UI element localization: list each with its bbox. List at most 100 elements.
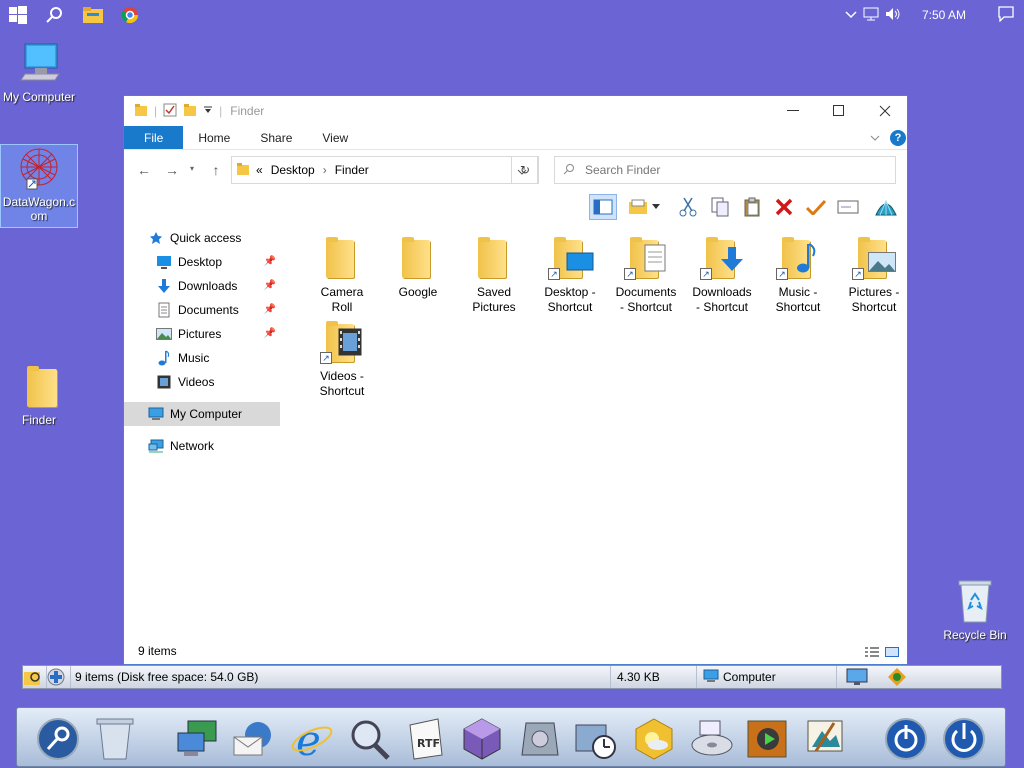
file-item[interactable]: ↗ Pictures - Shortcut — [836, 234, 912, 315]
pin-icon[interactable]: 📌 — [264, 256, 276, 267]
checkmark-icon[interactable] — [802, 194, 830, 220]
back-button[interactable]: ← — [132, 162, 156, 178]
file-name: Camera Roll — [320, 285, 364, 314]
nav-item-music[interactable]: Music — [124, 346, 280, 370]
cube-icon[interactable] — [459, 716, 505, 762]
trash-icon[interactable] — [92, 716, 138, 762]
colorful-app-icon[interactable] — [877, 666, 917, 688]
search-input[interactable]: Search Finder — [554, 156, 896, 184]
nav-item-pictures[interactable]: Pictures 📌 — [124, 322, 280, 346]
windows-start-icon[interactable] — [8, 5, 28, 25]
file-item[interactable]: ↗ Desktop - Shortcut — [532, 234, 608, 315]
chrome-icon[interactable] — [120, 5, 140, 25]
breadcrumb-desktop[interactable]: Desktop — [271, 163, 315, 177]
file-name: Saved Pictures — [472, 285, 516, 314]
file-item[interactable]: ↗ Videos - Shortcut — [304, 318, 380, 399]
details-view-icon[interactable] — [865, 646, 879, 660]
paste-icon[interactable] — [738, 194, 766, 220]
shortcut-arrow-icon: ↗ — [548, 268, 560, 280]
breadcrumb-overflow[interactable]: « — [256, 163, 263, 177]
nav-item-documents[interactable]: Documents 📌 — [124, 298, 280, 322]
desktop-icon-label: Recycle Bin — [943, 628, 1007, 642]
file-explorer-icon[interactable] — [83, 5, 103, 25]
nav-quick-access[interactable]: Quick access — [124, 226, 280, 250]
monitor-icon[interactable] — [837, 666, 877, 688]
desktop-icon-finder[interactable]: Finder — [1, 363, 77, 427]
minimize-button[interactable] — [770, 96, 816, 126]
media-disc-icon[interactable] — [689, 716, 735, 762]
volume-icon[interactable] — [882, 7, 904, 24]
tab-file[interactable]: File — [124, 126, 184, 149]
recycle-bin-icon — [951, 578, 999, 626]
internet-explorer-icon[interactable]: e — [289, 716, 335, 762]
forward-button[interactable]: → — [160, 162, 184, 178]
breadcrumb-finder[interactable]: Finder — [335, 163, 369, 177]
view-options-button[interactable] — [624, 194, 652, 220]
weather-hexagon-icon[interactable] — [631, 716, 677, 762]
desktop-icon-datawagon[interactable]: DataWagon.c om — [0, 144, 78, 228]
cut-icon[interactable] — [674, 194, 702, 220]
hard-drive-icon[interactable] — [517, 716, 563, 762]
notification-icon[interactable] — [998, 5, 1014, 25]
tab-home[interactable]: Home — [183, 126, 245, 149]
clock[interactable]: 7:50 AM — [922, 8, 966, 22]
folder-clock-icon[interactable] — [573, 716, 619, 762]
file-item[interactable]: ↗ Documents - Shortcut — [608, 234, 684, 315]
file-item[interactable]: ↗ Downloads - Shortcut — [684, 234, 760, 315]
rename-icon[interactable] — [834, 194, 862, 220]
plus-icon[interactable] — [47, 666, 71, 688]
magnifier-icon[interactable] — [347, 716, 393, 762]
chevron-up-icon[interactable] — [842, 8, 860, 22]
nav-my-computer[interactable]: My Computer — [124, 402, 280, 426]
nav-label: Quick access — [170, 231, 242, 245]
recent-locations-icon[interactable]: ▾ — [190, 164, 194, 173]
file-item[interactable]: ↗ Music - Shortcut — [760, 234, 836, 315]
properties-icon[interactable] — [163, 103, 177, 120]
customize-dropdown-icon[interactable] — [203, 104, 213, 118]
delete-icon[interactable] — [770, 194, 798, 220]
shell-icon[interactable] — [872, 194, 900, 220]
file-item[interactable]: Camera Roll — [304, 234, 380, 315]
desktop-icon-my-computer[interactable]: My Computer — [1, 40, 77, 104]
top-taskbar: 7:50 AM — [0, 0, 1024, 30]
close-button[interactable] — [862, 96, 908, 126]
up-button[interactable]: ↑ — [204, 162, 228, 178]
copy-icon[interactable] — [706, 194, 734, 220]
nav-item-downloads[interactable]: Downloads 📌 — [124, 274, 280, 298]
view-dropdown-icon[interactable] — [650, 194, 662, 220]
pin-icon[interactable]: 📌 — [264, 280, 276, 291]
breadcrumb-chevron-icon: › — [322, 163, 327, 177]
paint-icon[interactable] — [803, 716, 849, 762]
maximize-button[interactable] — [816, 96, 862, 126]
rtf-document-icon[interactable]: RTF — [403, 716, 449, 762]
network-computers-icon[interactable] — [175, 716, 221, 762]
expand-ribbon-icon[interactable] — [870, 132, 880, 146]
power-icon[interactable] — [941, 716, 987, 762]
mail-globe-icon[interactable] — [231, 716, 277, 762]
network-icon[interactable] — [860, 7, 882, 24]
tab-share[interactable]: Share — [245, 126, 307, 149]
pin-icon[interactable]: 📌 — [264, 328, 276, 339]
refresh-button[interactable]: ↻ — [511, 156, 539, 184]
nav-network[interactable]: Network — [124, 434, 280, 458]
logoff-icon[interactable] — [883, 716, 929, 762]
desktop-icon-recycle-bin[interactable]: Recycle Bin — [937, 578, 1013, 642]
pin-icon[interactable]: 📌 — [264, 304, 276, 315]
key-icon[interactable] — [35, 716, 81, 762]
address-bar[interactable]: « Desktop › Finder — [231, 156, 538, 184]
nav-item-videos[interactable]: Videos — [124, 370, 280, 394]
video-player-icon[interactable] — [745, 716, 791, 762]
nav-item-desktop[interactable]: Desktop 📌 — [124, 250, 280, 274]
file-item[interactable]: Saved Pictures — [456, 234, 532, 315]
nav-label: Network — [170, 439, 215, 453]
folder-small-icon[interactable] — [134, 103, 148, 120]
new-folder-icon[interactable] — [183, 103, 197, 120]
help-icon[interactable]: ? — [890, 130, 906, 146]
title-bar: | | Finder — [124, 96, 907, 126]
file-item[interactable]: Google — [380, 234, 456, 300]
tab-view[interactable]: View — [307, 126, 363, 149]
preview-pane-button[interactable] — [589, 194, 617, 220]
magnifier-folder-icon[interactable] — [23, 666, 47, 688]
search-icon[interactable] — [45, 5, 65, 25]
large-icons-view-icon[interactable] — [885, 646, 899, 660]
